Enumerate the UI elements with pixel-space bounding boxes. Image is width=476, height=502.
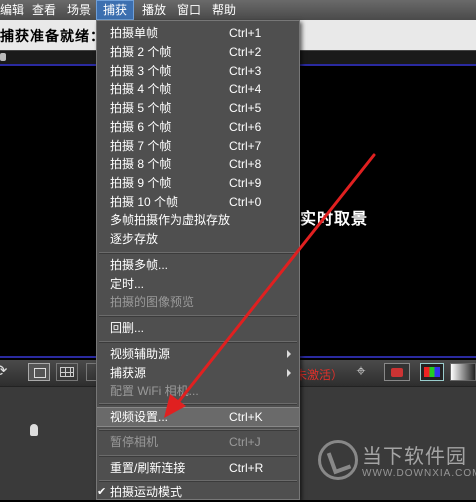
menu-item-label: 拍摄的图像预览 [110, 295, 195, 309]
menu-separator [99, 429, 297, 431]
menu-item-label: 暂停相机 [110, 435, 159, 449]
menu-item-capture-3[interactable]: 拍摄 3 个帧 Ctrl+3 [97, 62, 299, 81]
menu-playback[interactable]: 播放 [136, 0, 172, 20]
menu-item-step-store[interactable]: 逐步存放 [97, 230, 299, 249]
menu-item-capture-5[interactable]: 拍摄 5 个帧 Ctrl+5 [97, 99, 299, 118]
live-view-label: 实时取景 [300, 211, 369, 228]
activation-status-text: 未激活） [295, 368, 344, 382]
menu-item-multi-virtual[interactable]: 多帧拍摄作为虚拟存放 [97, 211, 299, 230]
menu-item-label: 拍摄单帧 [110, 26, 159, 40]
menu-item-label: 逐步存放 [110, 232, 159, 246]
menu-item-capture-4[interactable]: 拍摄 4 个帧 Ctrl+4 [97, 80, 299, 99]
menu-item-label: 拍摄多帧... [110, 258, 169, 272]
capture-ready-text: 捕获准备就绪： [0, 28, 105, 44]
checkmark-icon: ✔ [97, 486, 107, 498]
menu-item-capture-6[interactable]: 拍摄 6 个帧 Ctrl+6 [97, 118, 299, 137]
menu-scene[interactable]: 场景 [61, 0, 97, 20]
menu-separator [99, 455, 297, 457]
grayscale-button[interactable] [450, 363, 476, 381]
menu-item-capture-9[interactable]: 拍摄 9 个帧 Ctrl+9 [97, 174, 299, 193]
grid-view-button[interactable] [56, 363, 78, 381]
menu-separator [99, 252, 297, 254]
menu-item-label: 多帧拍摄作为虚拟存放 [110, 213, 231, 227]
menu-item-label: 拍摄 5 个帧 [110, 101, 172, 115]
menu-help[interactable]: 帮助 [206, 0, 242, 20]
menu-item-shortcut: Ctrl+7 [229, 139, 262, 153]
menu-item-capture-2[interactable]: 拍摄 2 个帧 Ctrl+2 [97, 43, 299, 62]
menu-item-motion-mode[interactable]: ✔ 拍摄运动模式 [97, 483, 299, 502]
menu-item-shortcut: Ctrl+5 [229, 101, 262, 115]
menu-item-delete-back[interactable]: 回删... [97, 319, 299, 338]
menu-item-label: 回删... [110, 321, 145, 335]
menu-item-label: 拍摄 7 个帧 [110, 139, 172, 153]
menu-item-shortcut: Ctrl+2 [229, 45, 262, 59]
menu-separator [99, 403, 297, 405]
menu-item-image-preview: 拍摄的图像预览 [97, 293, 299, 312]
menu-item-label: 拍摄 4 个帧 [110, 82, 172, 96]
watermark-logo-icon [318, 440, 358, 480]
menu-item-video-settings[interactable]: 视频设置... Ctrl+K [97, 407, 299, 427]
single-view-button[interactable] [28, 363, 50, 381]
menu-item-label: 配置 WiFi 相机... [110, 384, 199, 398]
menu-window[interactable]: 窗口 [171, 0, 207, 20]
menu-item-shortcut: Ctrl+6 [229, 120, 262, 134]
menu-item-label: 拍摄 2 个帧 [110, 45, 172, 59]
watermark-name: 当下软件园 [362, 446, 467, 468]
menu-item-shortcut: Ctrl+R [229, 461, 264, 475]
menu-item-pause-camera: 暂停相机 Ctrl+J [97, 433, 299, 452]
menu-separator [99, 341, 297, 343]
menu-bar: 编辑 查看 场景 捕获 播放 窗口 帮助 [0, 0, 476, 21]
menu-item-label: 捕获源 [110, 366, 147, 380]
menu-item-capture-7[interactable]: 拍摄 7 个帧 Ctrl+7 [97, 137, 299, 156]
menu-item-shortcut: Ctrl+9 [229, 176, 262, 190]
menu-separator [99, 480, 297, 482]
menu-item-label: 重置/刷新连接 [110, 461, 186, 475]
submenu-arrow-icon [287, 369, 291, 377]
slider-thumb[interactable] [0, 53, 6, 61]
menu-item-label: 拍摄 3 个帧 [110, 64, 172, 78]
menu-item-capture-single[interactable]: 拍摄单帧 Ctrl+1 [97, 24, 299, 43]
menu-item-capture-8[interactable]: 拍摄 8 个帧 Ctrl+8 [97, 155, 299, 174]
submenu-arrow-icon [287, 350, 291, 358]
menu-item-label: 视频辅助源 [110, 347, 171, 361]
refresh-icon[interactable]: ⟳ [0, 363, 16, 381]
menu-item-configure-wifi: 配置 WiFi 相机... [97, 382, 299, 401]
watermark-url: WWW.DOWNXIA.COM [362, 468, 476, 479]
menu-item-shortcut: Ctrl+0 [229, 195, 262, 209]
menu-item-shortcut: Ctrl+K [229, 410, 263, 424]
knob-icon[interactable] [30, 424, 38, 436]
menu-item-label: 拍摄 10 个帧 [110, 195, 179, 209]
color-channels-button[interactable] [420, 363, 444, 381]
menu-separator [99, 315, 297, 317]
menu-item-label: 拍摄 9 个帧 [110, 176, 172, 190]
menu-item-video-assist-source[interactable]: 视频辅助源 [97, 345, 299, 364]
menu-item-label: 定时... [110, 277, 145, 291]
menu-item-shortcut: Ctrl+J [229, 435, 261, 449]
menu-item-label: 拍摄 8 个帧 [110, 157, 172, 171]
menu-item-label: 视频设置... [110, 410, 169, 424]
menu-item-reset-connection[interactable]: 重置/刷新连接 Ctrl+R [97, 459, 299, 478]
menu-capture[interactable]: 捕获 [96, 0, 134, 20]
menu-item-capture-source[interactable]: 捕获源 [97, 364, 299, 383]
capture-menu-dropdown: 拍摄单帧 Ctrl+1 拍摄 2 个帧 Ctrl+2 拍摄 3 个帧 Ctrl+… [96, 20, 300, 500]
menu-item-label: 拍摄运动模式 [110, 485, 183, 499]
menu-item-label: 拍摄 6 个帧 [110, 120, 172, 134]
menu-item-shortcut: Ctrl+3 [229, 64, 262, 78]
menu-item-capture-10[interactable]: 拍摄 10 个帧 Ctrl+0 [97, 193, 299, 212]
menu-item-shortcut: Ctrl+1 [229, 26, 262, 40]
menu-view[interactable]: 查看 [26, 0, 62, 20]
crosshair-icon[interactable]: ⌖ [352, 363, 370, 381]
menu-item-capture-multi[interactable]: 拍摄多帧... [97, 256, 299, 275]
camera-icon[interactable] [384, 363, 410, 381]
menu-item-shortcut: Ctrl+4 [229, 82, 262, 96]
menu-item-timer[interactable]: 定时... [97, 275, 299, 294]
menu-item-shortcut: Ctrl+8 [229, 157, 262, 171]
